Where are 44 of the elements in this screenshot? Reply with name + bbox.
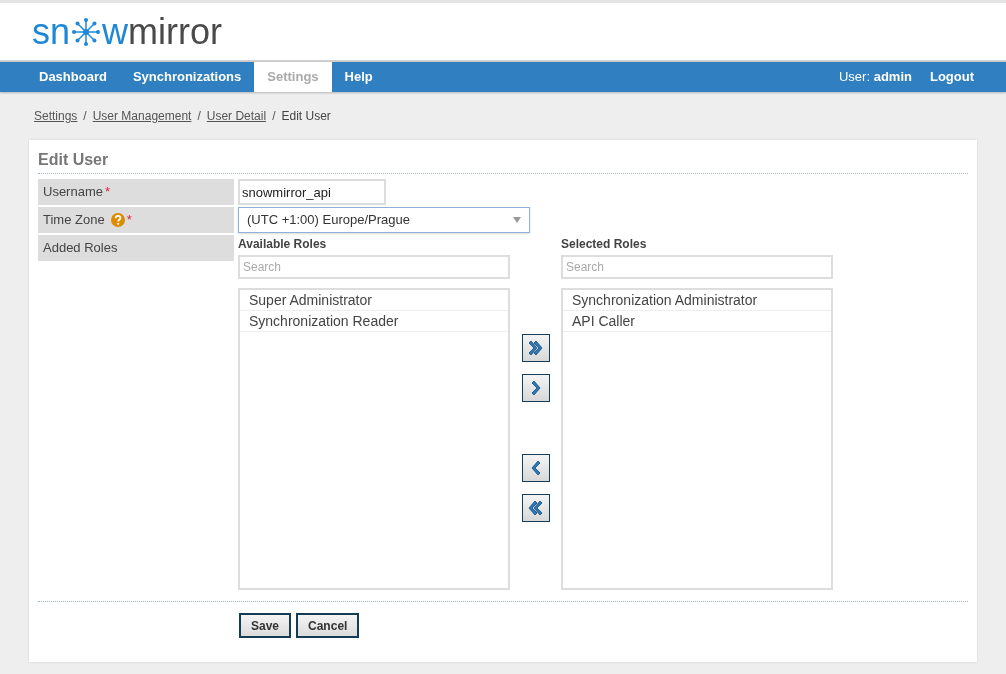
chevron-left-button[interactable] [521,454,550,482]
logo-text: mirror [128,13,222,50]
field-label: Username [43,183,103,202]
logo-text: sn [32,13,71,50]
double-chevron-left-button[interactable] [521,494,550,522]
role-item[interactable]: Synchronization Reader [240,311,508,332]
breadcrumb-link[interactable]: User Management [92,107,192,125]
list-heading: Available Roles [238,236,328,253]
nav-tab[interactable]: Help [331,62,386,92]
double-chevron-right-button[interactable] [521,334,550,362]
username-field[interactable]: snowmirror_api [238,179,386,205]
help-icon[interactable] [110,213,125,227]
role-item[interactable]: Super Administrator [240,290,508,311]
role-item[interactable]: API Caller [563,311,831,332]
time-zone-select[interactable]: (UTC +1:00) Europe/Prague [238,207,530,233]
list-heading: Selected Roles [561,236,648,253]
breadcrumb-link[interactable]: Settings [34,107,78,125]
logo-text: w [102,13,129,50]
user-label: User: admin [838,68,912,87]
logout-link[interactable]: Logout [929,62,974,92]
nav-tab[interactable]: Dashboard [26,62,120,92]
search-field[interactable]: Search [561,255,833,279]
dropdown-caret-icon [513,217,521,223]
role-item[interactable]: Synchronization Administrator [563,290,831,311]
chevron-right-button[interactable] [521,374,550,402]
chevron-right-icon [530,380,541,396]
form-title: Edit User [38,150,110,170]
breadcrumb-separator: / [197,108,201,125]
breadcrumb-current: Edit User [281,108,331,125]
required-mark: * [126,211,132,230]
required-mark: * [104,183,111,202]
chevron-left-icon [530,460,541,476]
search-field[interactable]: Search [238,255,510,279]
field-label: Added Roles [43,239,118,258]
form-action-button[interactable]: Save [239,613,292,638]
breadcrumb-separator: / [83,108,87,125]
nav-tab[interactable]: Synchronizations [119,62,255,92]
field-label: Time Zone [43,211,105,230]
snowflake-icon [71,16,102,47]
breadcrumb-separator: / [272,108,276,125]
breadcrumb-link[interactable]: User Detail [206,107,267,125]
double-chevron-right-icon [528,340,543,356]
form-action-button[interactable]: Cancel [296,613,360,638]
double-chevron-left-icon [528,500,543,516]
